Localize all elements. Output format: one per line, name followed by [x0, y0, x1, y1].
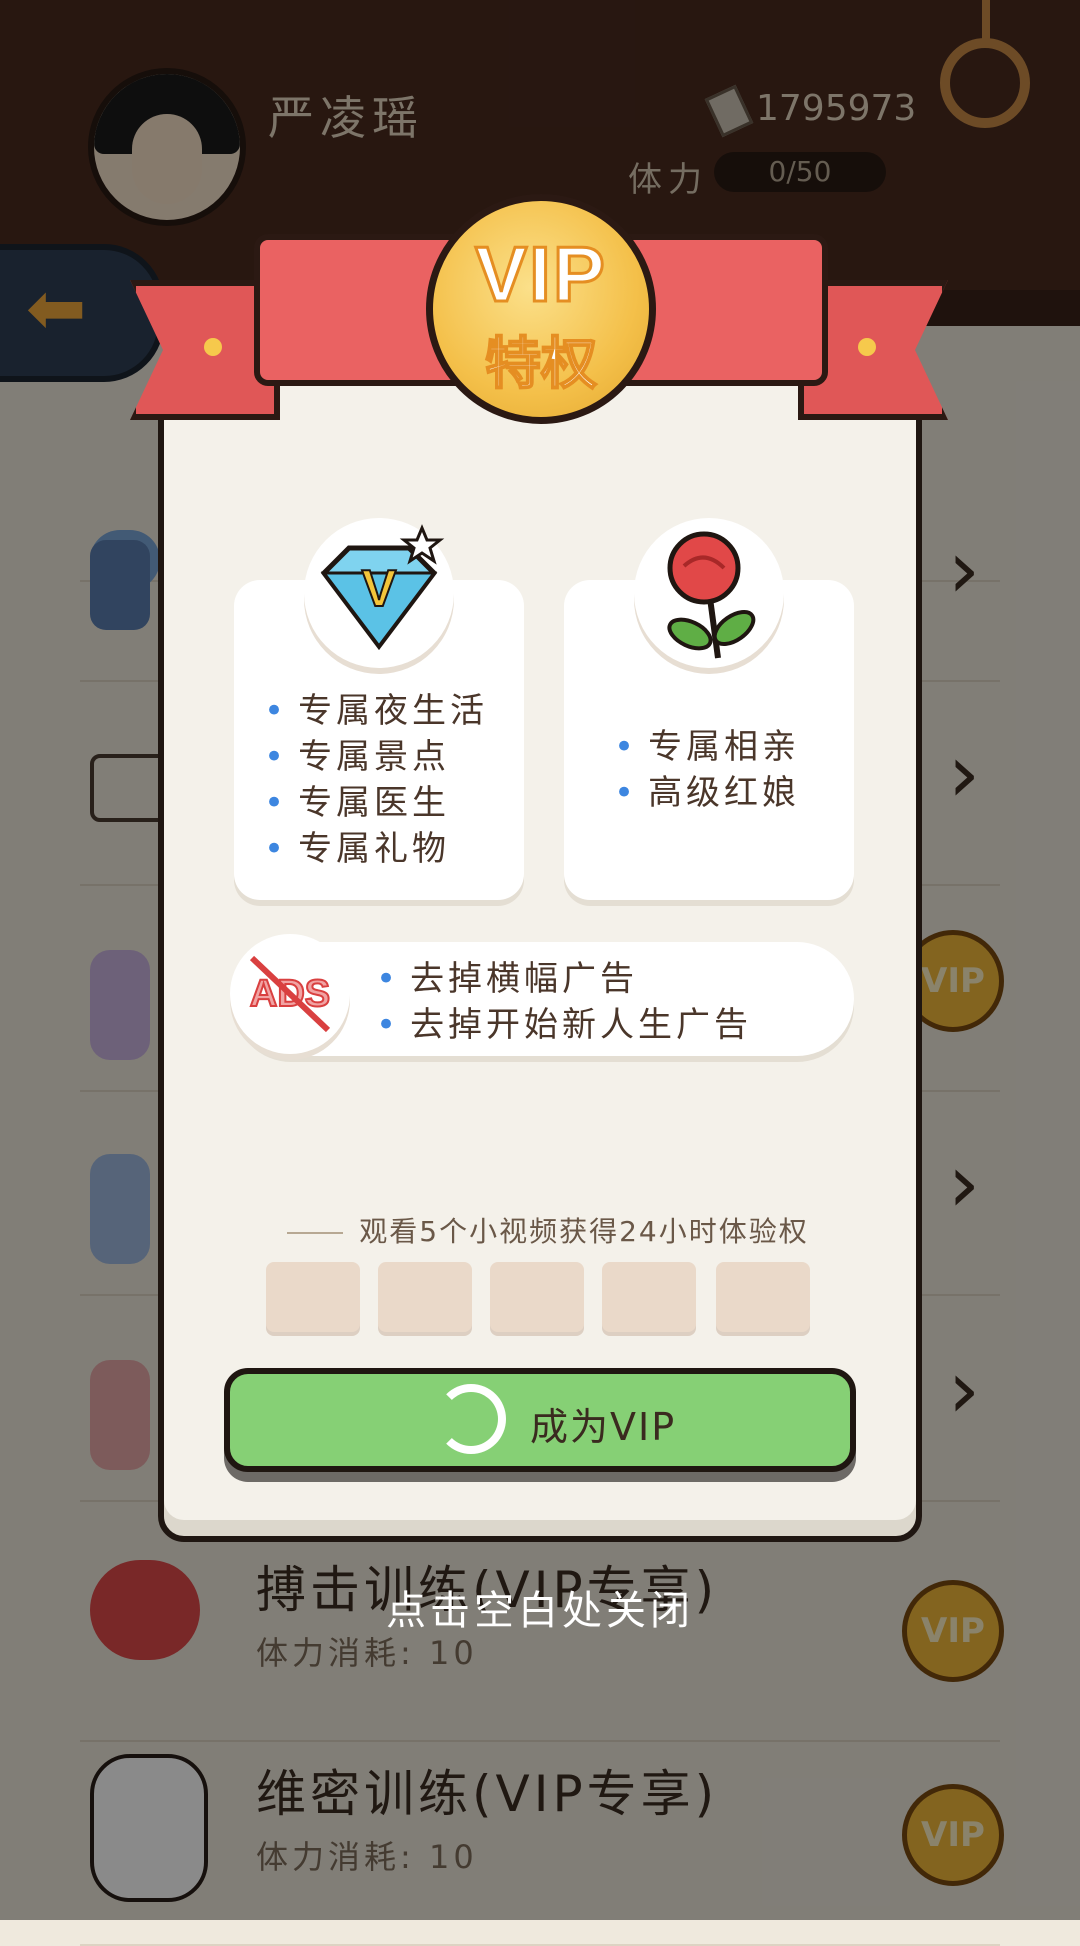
- video-slot: [378, 1262, 472, 1332]
- become-vip-button[interactable]: 成为VIP: [224, 1368, 856, 1472]
- feature-item: 去掉横幅广告: [376, 956, 752, 1002]
- rose-icon: [634, 518, 784, 668]
- svg-text:V: V: [362, 560, 397, 618]
- feature-item: 专属景点: [264, 734, 488, 780]
- feature-item: 高级红娘: [614, 770, 800, 816]
- feature-list-left: 专属夜生活 专属景点 专属医生 专属礼物: [264, 688, 488, 872]
- vip-medal-icon: VIP 特权: [426, 194, 656, 424]
- feature-item: 专属医生: [264, 780, 488, 826]
- medal-sub-text: 特权: [484, 331, 598, 398]
- video-slot: [266, 1262, 360, 1332]
- video-slot: [716, 1262, 810, 1332]
- vip-modal: V 专属夜生活 专属景点 专属医生 专属礼物 专属相亲 高级红娘 ADS 去掉横…: [158, 356, 922, 1542]
- become-vip-label: 成为VIP: [530, 1405, 677, 1449]
- feature-item: 去掉开始新人生广告: [376, 1002, 752, 1048]
- feature-item: 专属夜生活: [264, 688, 488, 734]
- feature-item: 专属礼物: [264, 826, 488, 872]
- close-hint: 点击空白处关闭: [386, 1588, 694, 1634]
- ribbon-dot: [204, 338, 222, 356]
- diamond-v-icon: V: [304, 518, 454, 668]
- video-slot: [602, 1262, 696, 1332]
- loading-spinner-icon: [436, 1384, 506, 1454]
- feature-list-ads: 去掉横幅广告 去掉开始新人生广告: [376, 956, 752, 1048]
- ribbon-dot: [858, 338, 876, 356]
- medal-vip-text: VIP: [474, 229, 607, 320]
- video-slot: [490, 1262, 584, 1332]
- feature-item: 专属相亲: [614, 724, 800, 770]
- no-ads-icon: ADS: [230, 934, 350, 1054]
- feature-list-right: 专属相亲 高级红娘: [614, 724, 800, 816]
